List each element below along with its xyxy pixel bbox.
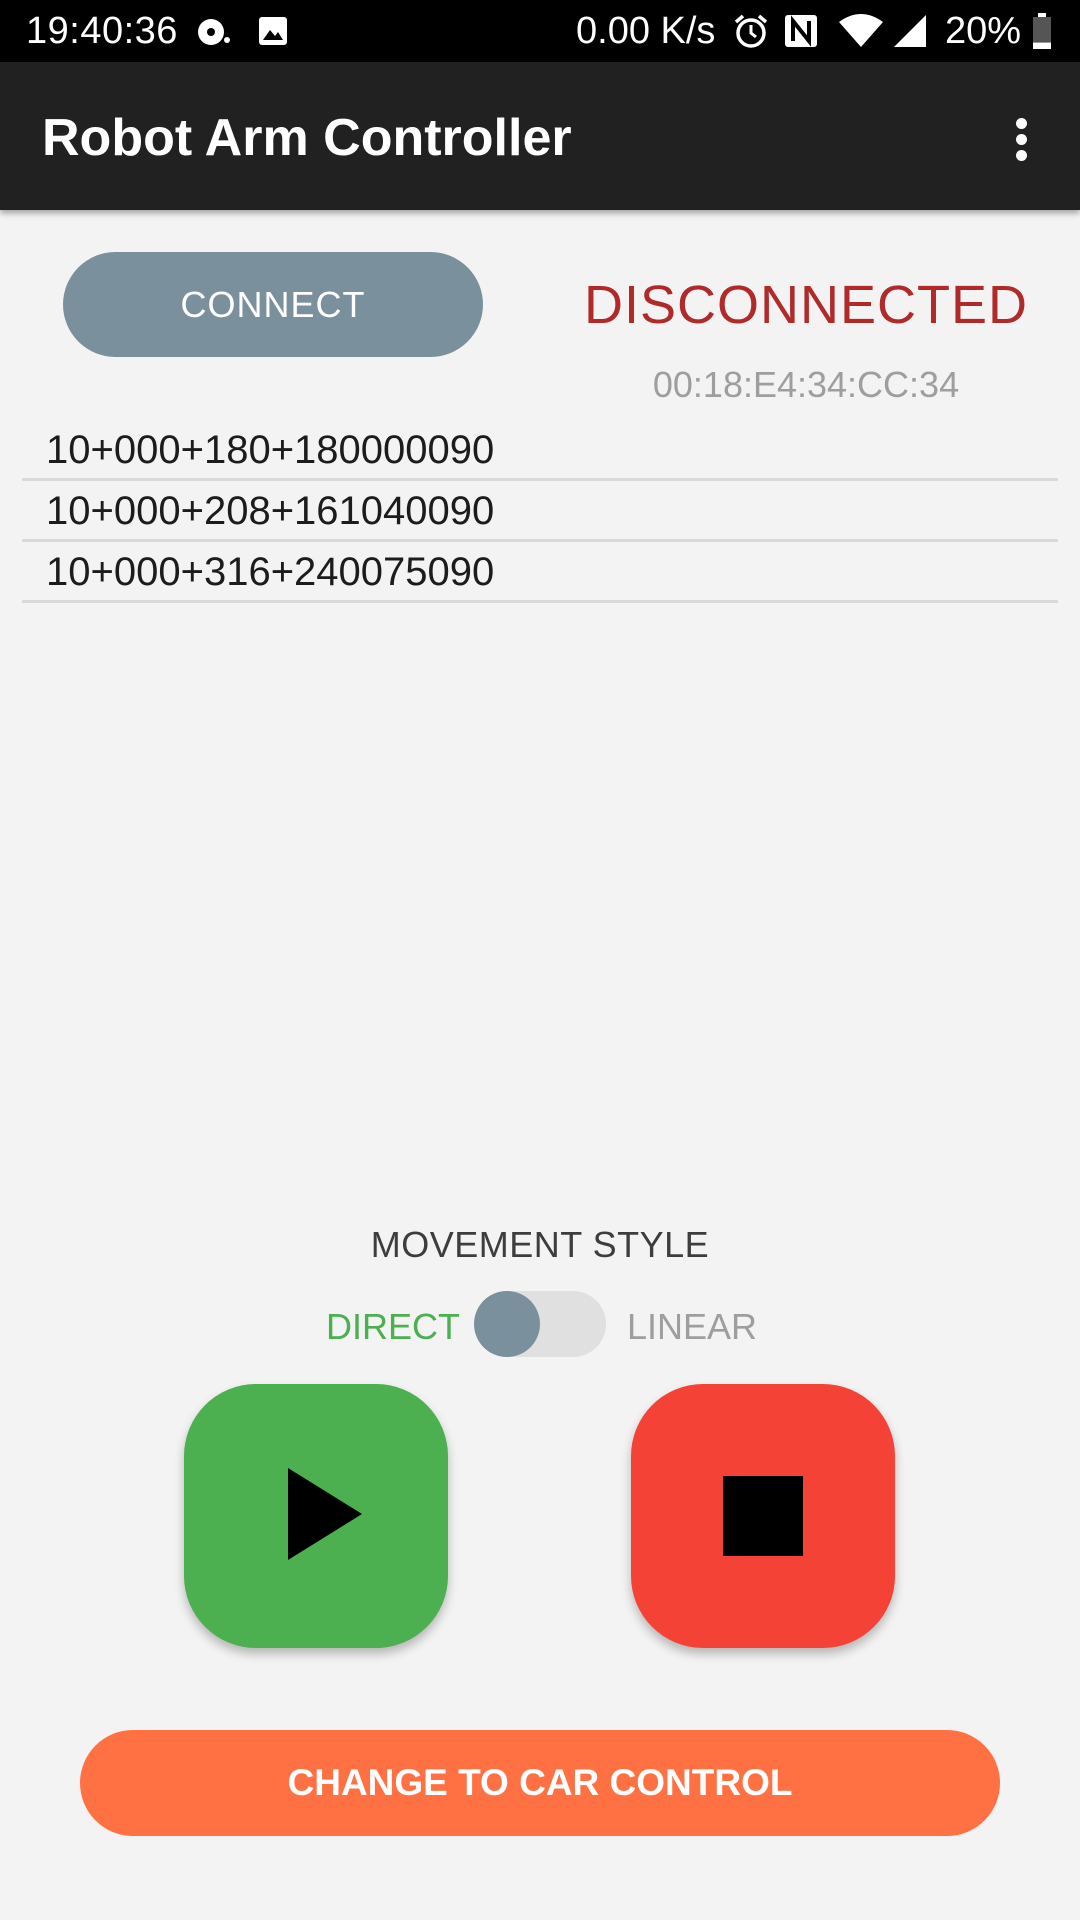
direct-option-label: DIRECT	[326, 1306, 460, 1347]
nfc-icon	[785, 15, 817, 47]
wifi-icon	[839, 14, 883, 47]
command-list: 10+000+180+180000090 10+000+208+161040090…	[22, 420, 1058, 603]
play-icon	[288, 1468, 362, 1560]
change-to-car-control-button[interactable]: CHANGE TO CAR CONTROL	[80, 1730, 1000, 1836]
battery-percentage: 20%	[945, 10, 1022, 52]
network-speed: 0.00 K/s	[576, 10, 716, 52]
movement-style-label: MOVEMENT STYLE	[370, 1224, 710, 1265]
command-list-item[interactable]: 10+000+180+180000090	[22, 420, 1058, 481]
stop-icon	[723, 1476, 803, 1556]
notification-icon	[198, 19, 230, 45]
status-time: 19:40:36	[26, 10, 178, 52]
stop-button[interactable]	[631, 1384, 895, 1648]
app-title: Robot Arm Controller	[42, 109, 572, 167]
command-list-item[interactable]: 10+000+208+161040090	[22, 481, 1058, 542]
more-vert-icon[interactable]	[1005, 114, 1039, 164]
signal-icon	[894, 15, 926, 47]
play-button[interactable]	[184, 1384, 448, 1648]
toggle-thumb	[474, 1291, 540, 1357]
alarm-icon	[734, 14, 768, 48]
linear-option-label: LINEAR	[627, 1306, 758, 1347]
image-icon	[259, 17, 287, 45]
app-bar: Robot Arm Controller	[0, 62, 1080, 210]
command-list-item[interactable]: 10+000+316+240075090	[22, 542, 1058, 603]
movement-style-toggle[interactable]	[474, 1290, 606, 1358]
connect-button[interactable]: CONNECT	[63, 252, 483, 357]
battery-icon	[1033, 13, 1051, 49]
status-bar: 19:40:36 0.00 K/s 20%	[0, 0, 1080, 62]
device-address: 00:18:E4:34:CC:34	[652, 364, 960, 405]
connection-status: DISCONNECTED	[583, 275, 1029, 335]
